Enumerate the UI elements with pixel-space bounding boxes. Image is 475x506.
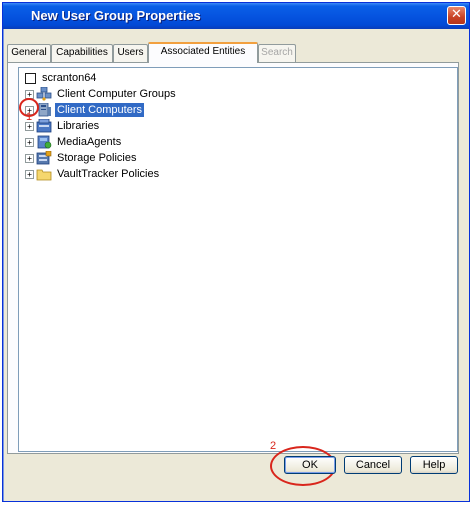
tree-item-mediaagents[interactable]: + MediaAgents	[25, 134, 123, 150]
tree-item-label: Storage Policies	[57, 152, 137, 164]
tree-item-label: Client Computers	[55, 103, 144, 117]
expand-icon[interactable]: +	[25, 169, 34, 179]
help-button[interactable]: Help	[410, 456, 458, 474]
cancel-button[interactable]: Cancel	[344, 456, 402, 474]
tree-item-vaulttracker-policies[interactable]: + VaultTracker Policies	[25, 166, 161, 182]
root-checkbox[interactable]	[25, 72, 36, 84]
annotation-number-2: 2	[270, 440, 277, 452]
tree-item-label: Libraries	[57, 120, 100, 132]
expand-icon[interactable]: +	[25, 137, 34, 147]
entity-tree[interactable]: scranton64 + Client Computer Groups + Cl…	[18, 67, 458, 452]
tree-item-libraries[interactable]: + Libraries	[25, 118, 101, 134]
tab-users[interactable]: Users	[113, 44, 148, 62]
tab-general[interactable]: General	[7, 44, 51, 62]
annotation-number-1: 1	[26, 111, 33, 123]
ok-button[interactable]: OK	[284, 456, 336, 474]
expand-icon[interactable]: +	[25, 153, 34, 163]
computer-group-icon	[36, 87, 52, 101]
dialog-title: New User Group Properties	[31, 8, 201, 23]
tab-capabilities[interactable]: Capabilities	[51, 44, 113, 62]
media-agent-icon	[36, 135, 52, 149]
storage-policy-icon	[36, 151, 52, 165]
tree-item-label: VaultTracker Policies	[57, 168, 160, 180]
tree-root[interactable]: scranton64	[25, 70, 98, 86]
tree-item-label: Client Computer Groups	[57, 88, 176, 100]
close-icon: ✕	[451, 7, 462, 22]
tab-search: Search	[258, 44, 296, 62]
tree-item-label: MediaAgents	[57, 136, 122, 148]
tab-associated-entities[interactable]: Associated Entities	[148, 42, 258, 63]
title-bar[interactable]: New User Group Properties ✕	[3, 3, 469, 29]
tree-item-client-computer-groups[interactable]: + Client Computer Groups	[25, 86, 178, 102]
close-button[interactable]: ✕	[447, 6, 466, 25]
library-icon	[36, 119, 52, 133]
folder-icon	[36, 167, 52, 181]
tree-item-client-computers[interactable]: + Client Computers	[25, 102, 144, 118]
tree-item-storage-policies[interactable]: + Storage Policies	[25, 150, 139, 166]
tree-root-label: scranton64	[42, 72, 97, 84]
